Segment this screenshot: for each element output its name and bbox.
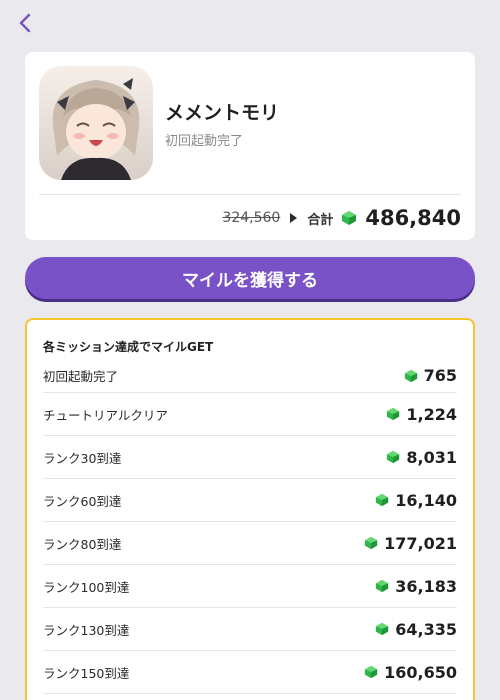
mission-label: ランク130到達 — [43, 622, 130, 638]
mission-label: 初回起動完了 — [43, 369, 119, 384]
mission-row: ランク30到達 8,031 — [43, 436, 457, 479]
green-gem-icon — [376, 579, 389, 593]
mission-value: 160,650 — [384, 662, 457, 682]
mission-reward: 8,031 — [386, 448, 457, 467]
mission-row: ランク80到達 177,021 — [43, 522, 457, 565]
mission-label: ランク30到達 — [43, 450, 122, 466]
total-label: 合計 — [307, 212, 334, 228]
mission-value: 1,224 — [406, 404, 457, 424]
green-gem-icon — [376, 622, 389, 636]
green-gem-icon — [365, 665, 378, 679]
play-arrow-icon — [290, 213, 298, 223]
earn-miles-button[interactable]: マイルを獲得する — [25, 257, 475, 299]
total-row: 324,560 合計 486,840 — [222, 202, 461, 234]
app-title: メメントモリ — [165, 102, 280, 124]
app-card: メメントモリ 初回起動完了 324,560 合計 486,840 — [25, 52, 475, 240]
mission-reward: 1,224 — [386, 405, 457, 424]
green-gem-icon — [387, 407, 400, 421]
anime-girl-icon — [39, 66, 153, 180]
mission-reward: 160,650 — [364, 663, 457, 682]
chevron-left-icon — [19, 13, 31, 33]
green-gem-icon — [342, 211, 357, 225]
app-icon[interactable] — [39, 66, 153, 180]
mission-row: ランク100到達 36,183 — [43, 565, 457, 608]
green-gem-icon — [376, 493, 389, 507]
green-gem-icon — [387, 450, 400, 464]
mission-row: ランク130到達 64,335 — [43, 608, 457, 651]
mission-label: ランク60到達 — [43, 493, 122, 509]
mission-heading: 各ミッション達成でマイルGET — [43, 340, 214, 354]
mission-row: チュートリアルクリア 1,224 — [43, 393, 457, 436]
mission-row: ランク60到達 16,140 — [43, 479, 457, 522]
mission-reward: 177,021 — [364, 534, 457, 553]
mission-label: チュートリアルクリア — [43, 407, 168, 423]
divider — [39, 194, 461, 195]
mission-list: 初回起動完了 765 チュートリアルクリア 1,224 ランク30到達 8,03… — [43, 359, 457, 694]
green-gem-icon — [404, 369, 417, 382]
mission-reward: 16,140 — [375, 491, 457, 510]
mission-value: 36,183 — [395, 576, 457, 596]
app-subtitle: 初回起動完了 — [165, 134, 244, 149]
mission-reward: 765 — [404, 366, 457, 385]
mission-value: 765 — [423, 366, 457, 385]
green-gem-icon — [365, 536, 378, 550]
total-value: 486,840 — [365, 206, 461, 230]
mission-reward: 36,183 — [375, 577, 457, 596]
mission-label: ランク100到達 — [43, 579, 130, 595]
mission-label: ランク150到達 — [43, 665, 130, 681]
mission-card: 各ミッション達成でマイルGET 初回起動完了 765 チュートリアルクリア 1,… — [25, 318, 475, 700]
mission-row: 初回起動完了 765 — [43, 359, 457, 393]
mission-value: 64,335 — [395, 619, 457, 639]
mission-label: ランク80到達 — [43, 536, 122, 552]
mission-value: 177,021 — [384, 533, 457, 553]
mission-value: 8,031 — [406, 447, 457, 467]
mission-reward: 64,335 — [375, 620, 457, 639]
old-total: 324,560 — [222, 210, 281, 226]
mission-row: ランク150到達 160,650 — [43, 651, 457, 694]
back-button[interactable] — [14, 12, 36, 34]
mission-value: 16,140 — [395, 490, 457, 510]
